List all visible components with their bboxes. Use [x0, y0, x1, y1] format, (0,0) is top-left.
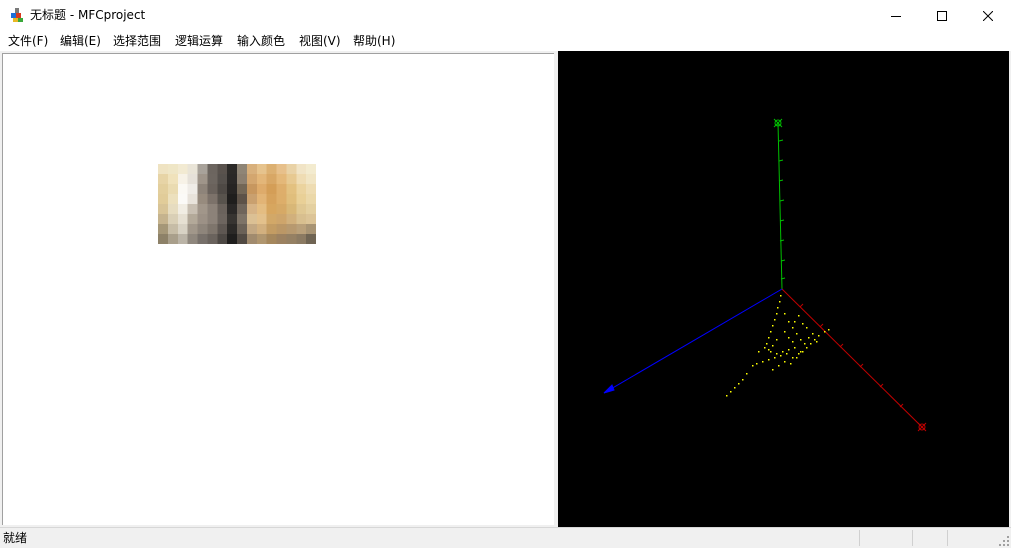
z-axis	[603, 288, 783, 394]
resize-grip-icon[interactable]	[999, 536, 1009, 546]
menu-bar: 文件(F) 编辑(E) 选择范围 逻辑运算 输入颜色 视图(V) 帮助(H)	[0, 31, 1011, 51]
x-axis	[781, 288, 927, 432]
y-axis	[773, 118, 786, 290]
maximize-icon	[937, 10, 947, 21]
menu-logic-ops[interactable]: 逻辑运算	[172, 31, 226, 51]
mfc-app-icon	[11, 8, 23, 22]
window-title: 无标题 - MFCproject	[30, 8, 146, 22]
close-button[interactable]	[965, 0, 1011, 31]
pixelated-image	[158, 164, 316, 244]
maximize-button[interactable]	[919, 0, 965, 31]
menu-input-color[interactable]: 输入颜色	[234, 31, 288, 51]
image-view-pane[interactable]	[2, 53, 554, 525]
title-bar[interactable]: 无标题 - MFCproject	[0, 0, 1011, 31]
3d-color-space-plot	[603, 118, 927, 432]
close-icon	[983, 10, 993, 21]
status-panel-caps	[859, 530, 910, 546]
menu-view[interactable]: 视图(V)	[296, 31, 344, 51]
x-axis-ticks	[799, 303, 904, 408]
color-point-cloud	[726, 295, 830, 397]
status-panel-num	[912, 530, 945, 546]
z-axis-arrow-icon	[603, 384, 615, 394]
minimize-icon	[891, 15, 901, 17]
minimize-button[interactable]	[873, 0, 919, 31]
menu-select-range[interactable]: 选择范围	[110, 31, 164, 51]
status-panel-scrl	[947, 530, 988, 546]
menu-help[interactable]: 帮助(H)	[350, 31, 398, 51]
status-bar: 就绪	[0, 527, 1011, 548]
menu-edit[interactable]: 编辑(E)	[57, 31, 104, 51]
x-axis-arrow-icon	[917, 422, 927, 432]
client-area	[0, 51, 1011, 527]
3d-view-pane[interactable]	[558, 51, 1009, 527]
y-axis-arrow-icon	[773, 118, 783, 128]
menu-file[interactable]: 文件(F)	[5, 31, 51, 51]
status-text: 就绪	[3, 531, 28, 545]
app-window: 无标题 - MFCproject 文件(F) 编辑(E) 选择范围 逻辑运算 输…	[0, 0, 1011, 548]
